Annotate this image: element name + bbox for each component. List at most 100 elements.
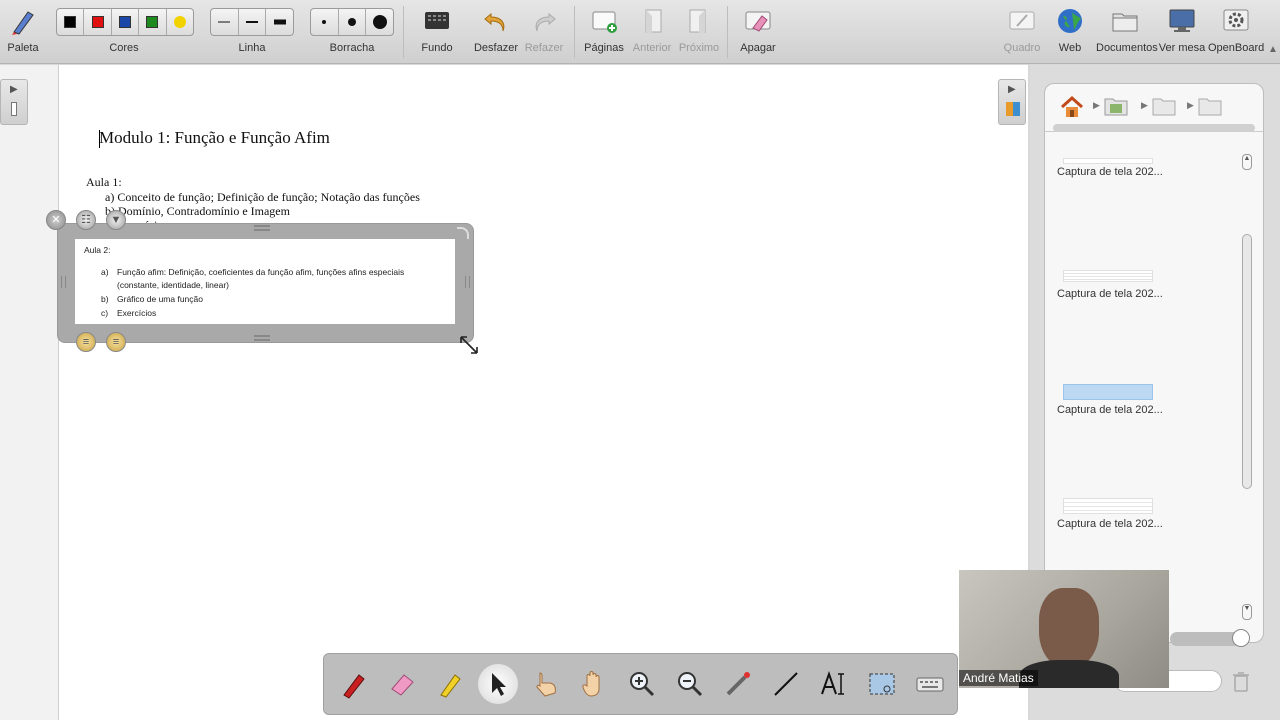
color-selector: [56, 8, 194, 36]
erase-board-icon: [745, 11, 771, 32]
zoom-slider[interactable]: [1170, 629, 1250, 647]
erase-label: Apagar: [740, 42, 776, 54]
pen-palette-icon: [12, 11, 34, 35]
duplicate-widget-button[interactable]: ☷: [76, 210, 96, 230]
expand-arrow-icon: ▶: [10, 84, 18, 95]
home-icon[interactable]: [1059, 94, 1085, 120]
item-label: Captura de tela 202...: [1057, 518, 1163, 530]
keyboard-tool[interactable]: [910, 664, 950, 704]
scroll-thumb[interactable]: [1242, 234, 1252, 489]
line-tool[interactable]: [766, 664, 806, 704]
pointing-hand-icon: [536, 672, 556, 697]
next-label: Próximo: [678, 42, 720, 54]
close-widget-button[interactable]: ✕: [46, 210, 66, 230]
erase-button[interactable]: Apagar: [736, 0, 780, 64]
folder-icon[interactable]: [1197, 94, 1223, 118]
previous-page-button[interactable]: Anterior: [630, 0, 674, 64]
hand-tool[interactable]: [574, 664, 614, 704]
background-icon: [425, 12, 449, 29]
line-thin[interactable]: [211, 9, 239, 35]
item-thumbnail: [1063, 158, 1153, 164]
document-title: Modulo 1: Função e Função Afim: [99, 128, 330, 147]
left-resize-handle[interactable]: [61, 276, 66, 288]
desktop-button[interactable]: Ver mesa: [1158, 0, 1206, 64]
scroll-up-icon[interactable]: ▲: [1242, 154, 1252, 170]
library-item[interactable]: Captura de tela 202...: [1045, 380, 1263, 440]
breadcrumb-scrollbar[interactable]: [1053, 124, 1255, 132]
layer-down-button[interactable]: ≡: [106, 332, 126, 352]
bottom-resize-handle[interactable]: [254, 335, 270, 341]
capture-tool[interactable]: [862, 664, 902, 704]
library-item[interactable]: Captura de tela 202...: [1045, 138, 1263, 268]
eraser-tool[interactable]: [382, 664, 422, 704]
pen-tool[interactable]: [334, 664, 374, 704]
toolbar-overflow-arrow-icon[interactable]: ▲: [1268, 44, 1278, 55]
redo-button[interactable]: Refazer: [522, 0, 566, 64]
colors-group: Cores: [54, 0, 194, 64]
text-cursor: [99, 130, 100, 148]
pictures-folder-icon[interactable]: [1103, 94, 1129, 118]
color-yellow[interactable]: [167, 9, 193, 35]
eraser-large[interactable]: [366, 9, 393, 35]
widget-menu-button[interactable]: ▼: [106, 210, 126, 230]
top-resize-handle[interactable]: [254, 225, 270, 231]
selector-tool[interactable]: [478, 664, 518, 704]
next-page-button[interactable]: Próximo: [676, 0, 722, 64]
openboard-window: Paleta Cores Linha Borracha Fundo Desfaz…: [0, 0, 1280, 720]
selected-image-frame[interactable]: Aula 2: a) Função afim: Definição, coefi…: [58, 224, 473, 342]
trash-icon[interactable]: [1232, 671, 1250, 693]
zoom-in-tool[interactable]: [622, 664, 662, 704]
separator: [727, 6, 728, 58]
item-b-marker: b): [101, 294, 109, 304]
board-label: Quadro: [1003, 42, 1041, 54]
folder-icon[interactable]: [1151, 94, 1177, 118]
color-blue[interactable]: [112, 9, 140, 35]
webcam-overlay: André Matias: [959, 570, 1169, 688]
palette-label: Paleta: [7, 42, 39, 54]
lesson-1-item-a: a) Conceito de função; Definição de funç…: [105, 190, 420, 204]
separator: [574, 6, 575, 58]
highlighter-tool[interactable]: [430, 664, 470, 704]
line-medium[interactable]: [239, 9, 267, 35]
layer-up-button[interactable]: ≡: [76, 332, 96, 352]
documents-button[interactable]: Documentos: [1096, 0, 1158, 64]
scroll-down-icon[interactable]: ▼: [1242, 604, 1252, 620]
item-thumbnail: [1063, 384, 1153, 400]
board-mode-button[interactable]: Quadro: [1000, 0, 1044, 64]
right-resize-handle[interactable]: [465, 276, 470, 288]
left-palette-toggle[interactable]: ▶: [0, 79, 28, 125]
color-red[interactable]: [84, 9, 112, 35]
zoom-slider-handle[interactable]: [1232, 629, 1250, 647]
pages-button[interactable]: Páginas: [582, 0, 626, 64]
breadcrumb-arrow-icon: ▶: [1141, 100, 1148, 110]
library-toggle[interactable]: ▶: [998, 79, 1026, 125]
openboard-menu-button[interactable]: OpenBoard: [1208, 0, 1264, 64]
web-button[interactable]: Web: [1048, 0, 1092, 64]
undo-button[interactable]: Desfazer: [472, 0, 520, 64]
keyboard-icon: [916, 677, 944, 692]
folder-icon: [1112, 13, 1138, 32]
text-icon: [821, 670, 844, 695]
eraser-small[interactable]: [311, 9, 339, 35]
item-label: Captura de tela 202...: [1057, 404, 1163, 416]
duplicate-icon: ☷: [81, 214, 91, 226]
color-black[interactable]: [57, 9, 85, 35]
library-scrollbar[interactable]: ▲ ▼: [1242, 154, 1252, 624]
whiteboard-canvas[interactable]: [58, 65, 1028, 720]
text-tool[interactable]: [814, 664, 854, 704]
undo-icon: [484, 12, 505, 32]
color-green[interactable]: [139, 9, 167, 35]
palette-button[interactable]: Paleta: [2, 0, 44, 64]
laser-pointer-tool[interactable]: [718, 664, 758, 704]
rotate-handle[interactable]: [457, 227, 469, 239]
undo-label: Desfazer: [473, 42, 519, 54]
line-thick[interactable]: [266, 9, 293, 35]
library-item[interactable]: Captura de tela 202...: [1045, 264, 1263, 324]
item-label: Captura de tela 202...: [1057, 166, 1163, 178]
eraser-medium[interactable]: [339, 9, 367, 35]
chevron-down-icon: ▼: [110, 214, 122, 226]
interact-tool[interactable]: [526, 664, 566, 704]
library-item[interactable]: Captura de tela 202...: [1045, 492, 1263, 552]
zoom-out-tool[interactable]: [670, 664, 710, 704]
background-button[interactable]: Fundo: [414, 0, 460, 64]
